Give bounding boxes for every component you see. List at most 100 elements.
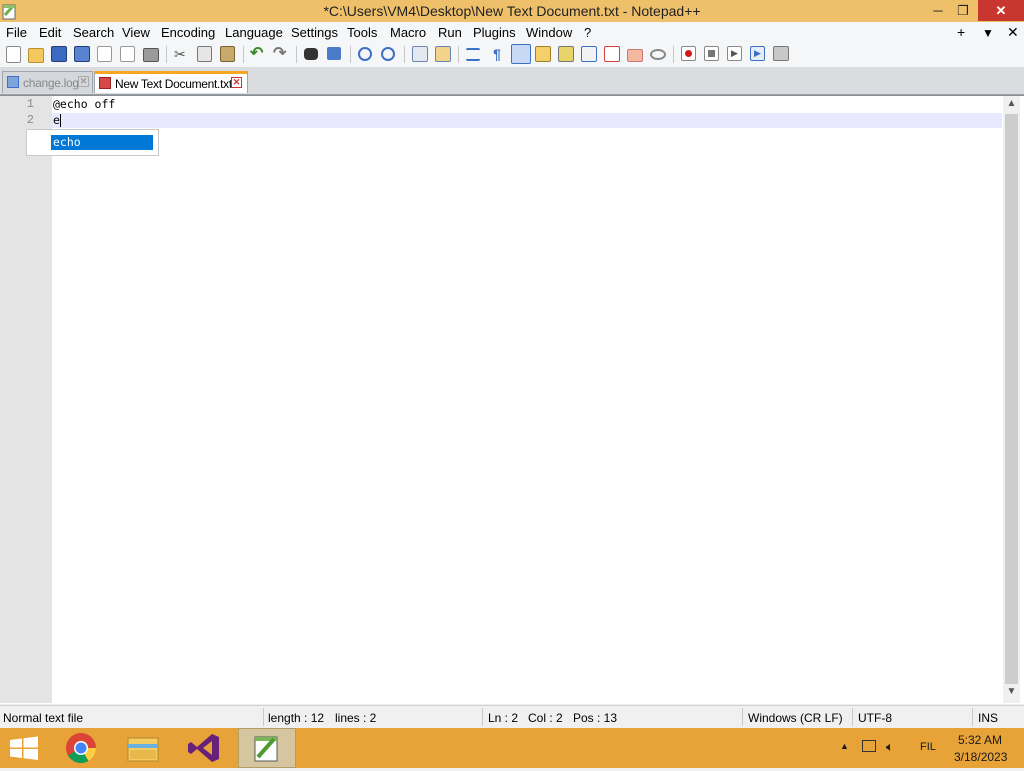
window-title: *C:\Users\VM4\Desktop\New Text Document.…	[323, 3, 701, 19]
tab-close-icon[interactable]: ✕	[231, 77, 242, 88]
minimize-button[interactable]: ─	[924, 0, 952, 21]
close-all-icon[interactable]	[120, 46, 135, 62]
tab-change-log[interactable]: change.log ✕	[2, 71, 93, 93]
chrome-icon[interactable]	[54, 728, 108, 768]
menu-run[interactable]: Run	[438, 25, 462, 40]
status-file-type: Normal text file	[3, 711, 84, 725]
function-list-icon[interactable]	[581, 46, 597, 62]
eye-icon[interactable]	[650, 49, 666, 60]
run-macro-multiple-icon[interactable]: ▶	[750, 46, 765, 61]
toolbar-separator	[673, 46, 674, 63]
replace-icon[interactable]	[327, 47, 341, 60]
zoom-out-icon[interactable]	[381, 47, 395, 61]
menu-file[interactable]: File	[6, 25, 27, 40]
save-macro-icon[interactable]	[773, 46, 789, 61]
clock-time[interactable]: 5:32 AM	[958, 733, 1002, 747]
current-line-highlight	[52, 113, 1002, 128]
input-language[interactable]: FIL	[920, 741, 936, 753]
print-icon[interactable]	[143, 48, 159, 62]
open-file-icon[interactable]	[28, 48, 44, 63]
tab-list-button[interactable]: ▼	[982, 26, 994, 40]
record-macro-icon[interactable]	[681, 46, 696, 61]
tab-new-text-document[interactable]: New Text Document.txt ✕	[94, 71, 248, 93]
vertical-scrollbar[interactable]: ▲ ▼	[1003, 96, 1020, 703]
undo-icon[interactable]: ↶	[250, 46, 266, 62]
menu-plugins[interactable]: Plugins	[473, 25, 516, 40]
toolbar-separator	[458, 46, 459, 63]
toolbar-separator	[243, 46, 244, 63]
status-separator	[263, 708, 264, 726]
scroll-down-button[interactable]: ▼	[1003, 686, 1020, 700]
save-all-icon[interactable]	[74, 46, 90, 62]
maximize-button[interactable]: ❐	[952, 0, 974, 21]
editor-area[interactable]: 1 2 @echo off e ▲ ▼	[0, 95, 1024, 704]
folder-workspace-icon[interactable]	[604, 46, 620, 62]
tray-expand-icon[interactable]: ▲	[840, 741, 849, 751]
menu-language[interactable]: Language	[225, 25, 283, 40]
menu-tools[interactable]: Tools	[347, 25, 377, 40]
toolbar-separator	[166, 46, 167, 63]
play-macro-icon[interactable]: ▶	[727, 46, 742, 61]
scroll-up-button[interactable]: ▲	[1003, 98, 1020, 112]
doc-map-icon[interactable]	[558, 46, 574, 62]
menu-bar: File Edit Search View Encoding Language …	[0, 22, 1024, 43]
sync-horizontal-icon[interactable]	[435, 46, 451, 62]
autocomplete-popup: echo	[26, 129, 159, 156]
sync-vertical-icon[interactable]	[412, 46, 428, 62]
redo-icon[interactable]: ↷	[273, 46, 289, 62]
volume-icon[interactable]: 🔈︎	[886, 739, 894, 755]
menu-window[interactable]: Window	[526, 25, 572, 40]
file-explorer-icon[interactable]	[116, 728, 170, 768]
save-icon[interactable]	[51, 46, 67, 62]
stop-macro-icon[interactable]	[704, 46, 719, 61]
visual-studio-logo-icon	[188, 734, 219, 762]
monitoring-icon[interactable]	[627, 49, 643, 62]
find-icon[interactable]	[304, 48, 318, 60]
close-window-button[interactable]: ✕	[978, 0, 1024, 21]
clock-date[interactable]: 3/18/2023	[954, 750, 1007, 764]
status-eol[interactable]: Windows (CR LF)	[748, 711, 843, 725]
cut-icon[interactable]: ✂	[174, 46, 190, 62]
zoom-in-icon[interactable]	[358, 47, 372, 61]
menu-search[interactable]: Search	[73, 25, 114, 40]
new-file-icon[interactable]	[6, 46, 21, 63]
toolbar-separator	[350, 46, 351, 63]
status-position: Pos : 13	[573, 711, 618, 725]
code-line[interactable]: e	[53, 113, 60, 127]
add-new-tab-button[interactable]: +	[957, 24, 965, 40]
udl-icon[interactable]	[535, 46, 551, 62]
status-separator	[742, 708, 743, 726]
line-number: 2	[26, 113, 34, 127]
code-line[interactable]: @echo off	[53, 97, 115, 111]
status-bar: Normal text file length : 12 lines : 2 L…	[0, 705, 1024, 729]
windows-start-icon[interactable]	[0, 728, 54, 768]
notepad-plus-plus-icon[interactable]	[238, 728, 296, 768]
toolbar: ✂ ↶ ↷ ¶ ▶ ▶	[0, 43, 1024, 67]
visual-studio-icon[interactable]	[177, 728, 231, 768]
menu-macro[interactable]: Macro	[390, 25, 426, 40]
indent-guide-icon[interactable]	[511, 44, 531, 64]
copy-icon[interactable]	[197, 46, 212, 62]
status-encoding[interactable]: UTF-8	[858, 711, 892, 725]
network-icon[interactable]	[862, 740, 876, 752]
menu-edit[interactable]: Edit	[39, 25, 61, 40]
menu-settings[interactable]: Settings	[291, 25, 338, 40]
scroll-thumb[interactable]	[1005, 114, 1018, 684]
close-icon[interactable]	[97, 46, 112, 62]
menu-view[interactable]: View	[122, 25, 150, 40]
tab-close-icon[interactable]: ✕	[78, 76, 89, 87]
paste-icon[interactable]	[220, 46, 235, 62]
menu-encoding[interactable]: Encoding	[161, 25, 215, 40]
tab-label: New Text Document.txt	[115, 77, 232, 91]
word-wrap-icon[interactable]	[466, 48, 480, 61]
chrome-logo-icon	[66, 733, 96, 764]
menu-help[interactable]: ?	[584, 25, 591, 40]
status-insert-mode[interactable]: INS	[978, 711, 998, 725]
toolbar-separator	[404, 46, 405, 63]
autocomplete-item[interactable]: echo	[51, 135, 153, 150]
status-lines: lines : 2	[335, 711, 377, 725]
status-separator	[852, 708, 853, 726]
title-bar[interactable]: *C:\Users\VM4\Desktop\New Text Document.…	[0, 0, 1024, 22]
close-tab-button[interactable]: ✕	[1007, 24, 1019, 41]
show-all-chars-icon[interactable]: ¶	[489, 46, 505, 62]
